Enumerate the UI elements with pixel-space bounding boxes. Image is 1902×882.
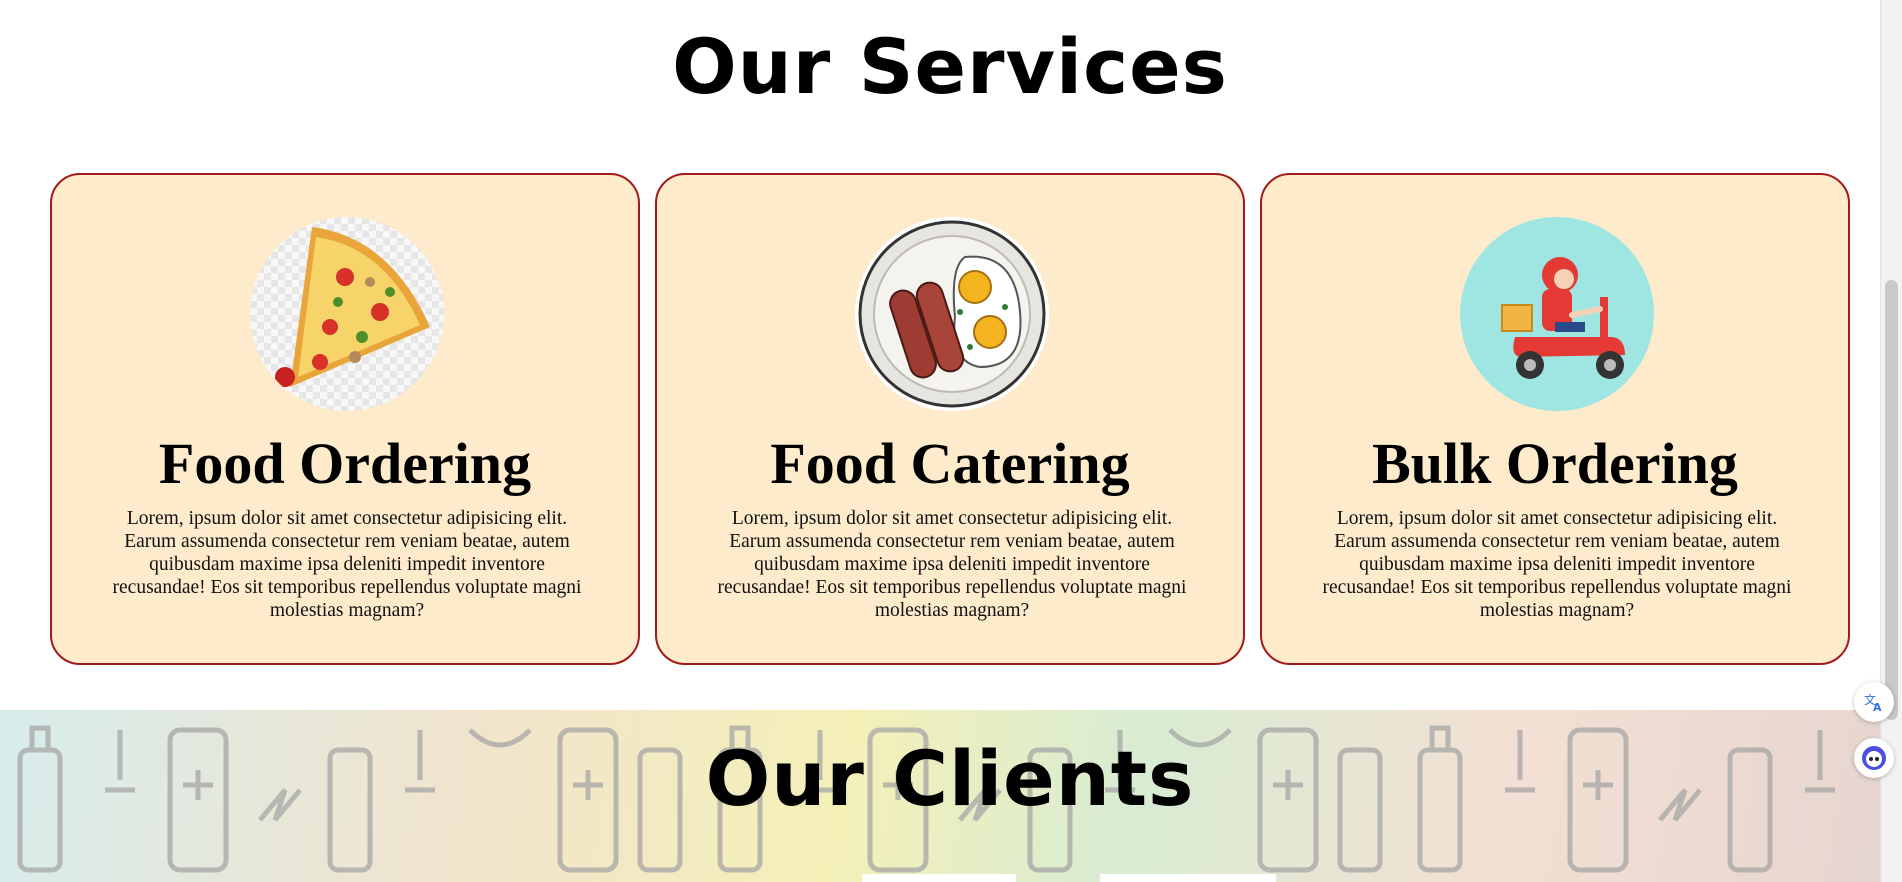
breakfast-plate-icon	[855, 217, 1049, 411]
clients-title: Our Clients	[705, 734, 1195, 823]
svg-text:A: A	[1873, 701, 1882, 713]
service-card-food-catering: Food Catering Lorem, ipsum dolor sit ame…	[655, 173, 1245, 665]
scrollbar-thumb[interactable]	[1885, 280, 1898, 720]
clients-section: Our Clients	[0, 710, 1880, 882]
client-logo	[862, 874, 1016, 882]
services-section: Our Services Food Ordering Lorem, ipsum …	[0, 0, 1880, 710]
service-card-bulk-ordering: Bulk Ordering Lorem, ipsum dolor sit ame…	[1260, 173, 1850, 665]
card-title: Food Catering	[770, 431, 1130, 496]
card-description: Lorem, ipsum dolor sit amet consectetur …	[112, 508, 582, 621]
translate-button[interactable]: 文 A	[1854, 682, 1894, 722]
card-title: Bulk Ordering	[1372, 431, 1738, 496]
card-description: Lorem, ipsum dolor sit amet consectetur …	[717, 508, 1187, 621]
services-title: Our Services	[672, 22, 1228, 111]
client-logo	[1100, 874, 1276, 882]
pizza-slice-icon	[250, 217, 444, 411]
card-description: Lorem, ipsum dolor sit amet consectetur …	[1322, 508, 1792, 621]
delivery-scooter-icon	[1460, 217, 1654, 411]
service-card-food-ordering: Food Ordering Lorem, ipsum dolor sit ame…	[50, 173, 640, 665]
translate-icon: 文 A	[1864, 692, 1882, 713]
card-title: Food Ordering	[158, 431, 532, 496]
